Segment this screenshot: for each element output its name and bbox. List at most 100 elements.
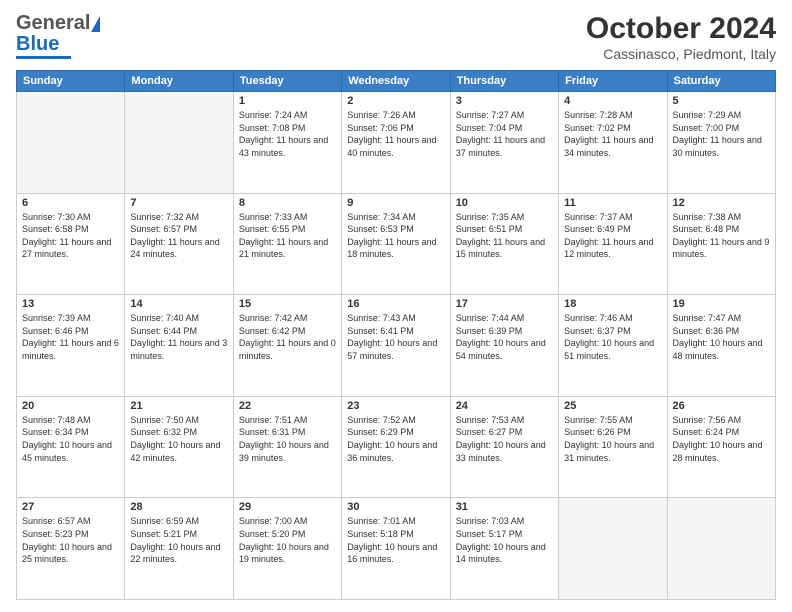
day-number: 13 (22, 298, 119, 310)
day-number: 7 (130, 197, 227, 209)
day-number: 23 (347, 400, 444, 412)
day-header-friday: Friday (559, 71, 667, 92)
calendar-cell: 29Sunrise: 7:00 AMSunset: 5:20 PMDayligh… (233, 498, 341, 600)
day-number: 9 (347, 197, 444, 209)
calendar-cell: 6 Sunrise: 7:30 AMSunset: 6:58 PMDaylight… (17, 193, 125, 295)
cell-info: Sunrise: 7:29 AMSunset: 7:00 PMDaylight:… (673, 109, 770, 159)
day-number: 16 (347, 298, 444, 310)
logo-general: General (16, 12, 90, 34)
day-number: 1 (239, 95, 336, 107)
day-number: 12 (673, 197, 770, 209)
calendar-cell (125, 92, 233, 194)
cell-info: Sunrise: 7:24 AMSunset: 7:08 PMDaylight:… (239, 109, 336, 159)
day-number: 28 (130, 501, 227, 513)
logo: General Blue (16, 12, 100, 59)
calendar-cell: 19 Sunrise: 7:47 AMSunset: 6:36 PMDayligh… (667, 295, 775, 397)
calendar-cell: 21 Sunrise: 7:50 AMSunset: 6:32 PMDayligh… (125, 396, 233, 498)
calendar-cell: 17 Sunrise: 7:44 AMSunset: 6:39 PMDayligh… (450, 295, 558, 397)
day-header-wednesday: Wednesday (342, 71, 450, 92)
calendar-week-1: 6 Sunrise: 7:30 AMSunset: 6:58 PMDaylight… (17, 193, 776, 295)
title-block: October 2024 Cassinasco, Piedmont, Italy (586, 12, 776, 62)
cell-info: Sunrise: 7:01 AMSunset: 5:18 PMDaylight:… (347, 515, 444, 565)
cell-info: Sunrise: 7:26 AMSunset: 7:06 PMDaylight:… (347, 109, 444, 159)
calendar-cell: 24Sunrise: 7:53 AMSunset: 6:27 PMDayligh… (450, 396, 558, 498)
calendar-page: General Blue October 2024 Cassinasco, Pi… (0, 0, 792, 612)
calendar-cell: 10Sunrise: 7:35 AMSunset: 6:51 PMDayligh… (450, 193, 558, 295)
day-number: 3 (456, 95, 553, 107)
day-number: 6 (22, 197, 119, 209)
day-header-saturday: Saturday (667, 71, 775, 92)
calendar-cell (17, 92, 125, 194)
cell-info: Sunrise: 7:48 AMSunset: 6:34 PMDaylight:… (22, 414, 119, 464)
cell-info: Sunrise: 7:30 AMSunset: 6:58 PMDaylight:… (22, 211, 119, 261)
calendar-cell: 9 Sunrise: 7:34 AMSunset: 6:53 PMDaylight… (342, 193, 450, 295)
day-number: 31 (456, 501, 553, 513)
calendar-week-2: 13Sunrise: 7:39 AMSunset: 6:46 PMDayligh… (17, 295, 776, 397)
calendar-week-4: 27 Sunrise: 6:57 AMSunset: 5:23 PMDayligh… (17, 498, 776, 600)
day-number: 24 (456, 400, 553, 412)
month-year: October 2024 (586, 12, 776, 46)
day-number: 8 (239, 197, 336, 209)
calendar-cell: 23Sunrise: 7:52 AMSunset: 6:29 PMDayligh… (342, 396, 450, 498)
cell-info: Sunrise: 7:55 AMSunset: 6:26 PMDaylight:… (564, 414, 661, 464)
cell-info: Sunrise: 7:38 AMSunset: 6:48 PMDaylight:… (673, 211, 770, 261)
cell-info: Sunrise: 6:57 AMSunset: 5:23 PMDaylight:… (22, 515, 119, 565)
cell-info: Sunrise: 7:50 AMSunset: 6:32 PMDaylight:… (130, 414, 227, 464)
calendar-week-0: 1 Sunrise: 7:24 AMSunset: 7:08 PMDaylight… (17, 92, 776, 194)
day-number: 2 (347, 95, 444, 107)
day-number: 26 (673, 400, 770, 412)
cell-info: Sunrise: 7:51 AMSunset: 6:31 PMDaylight:… (239, 414, 336, 464)
logo-underline (16, 56, 71, 59)
cell-info: Sunrise: 7:33 AMSunset: 6:55 PMDaylight:… (239, 211, 336, 261)
cell-info: Sunrise: 7:32 AMSunset: 6:57 PMDaylight:… (130, 211, 227, 261)
logo-triangle-icon (91, 16, 100, 32)
calendar-cell: 28Sunrise: 6:59 AMSunset: 5:21 PMDayligh… (125, 498, 233, 600)
day-number: 22 (239, 400, 336, 412)
day-number: 17 (456, 298, 553, 310)
calendar-cell: 14Sunrise: 7:40 AMSunset: 6:44 PMDayligh… (125, 295, 233, 397)
cell-info: Sunrise: 7:03 AMSunset: 5:17 PMDaylight:… (456, 515, 553, 565)
day-number: 19 (673, 298, 770, 310)
day-number: 29 (239, 501, 336, 513)
calendar-week-3: 20 Sunrise: 7:48 AMSunset: 6:34 PMDayligh… (17, 396, 776, 498)
cell-info: Sunrise: 7:42 AMSunset: 6:42 PMDaylight:… (239, 312, 336, 362)
calendar-cell: 4 Sunrise: 7:28 AMSunset: 7:02 PMDaylight… (559, 92, 667, 194)
cell-info: Sunrise: 7:37 AMSunset: 6:49 PMDaylight:… (564, 211, 661, 261)
calendar-cell: 31 Sunrise: 7:03 AMSunset: 5:17 PMDayligh… (450, 498, 558, 600)
calendar-cell: 3 Sunrise: 7:27 AMSunset: 7:04 PMDaylight… (450, 92, 558, 194)
location: Cassinasco, Piedmont, Italy (586, 46, 776, 62)
day-number: 11 (564, 197, 661, 209)
day-number: 18 (564, 298, 661, 310)
calendar-cell: 30 Sunrise: 7:01 AMSunset: 5:18 PMDayligh… (342, 498, 450, 600)
calendar-cell: 22 Sunrise: 7:51 AMSunset: 6:31 PMDayligh… (233, 396, 341, 498)
day-number: 14 (130, 298, 227, 310)
cell-info: Sunrise: 7:43 AMSunset: 6:41 PMDaylight:… (347, 312, 444, 362)
calendar-cell: 8 Sunrise: 7:33 AMSunset: 6:55 PMDaylight… (233, 193, 341, 295)
calendar-cell: 13Sunrise: 7:39 AMSunset: 6:46 PMDayligh… (17, 295, 125, 397)
cell-info: Sunrise: 7:44 AMSunset: 6:39 PMDaylight:… (456, 312, 553, 362)
cell-info: Sunrise: 7:34 AMSunset: 6:53 PMDaylight:… (347, 211, 444, 261)
cell-info: Sunrise: 7:28 AMSunset: 7:02 PMDaylight:… (564, 109, 661, 159)
calendar-header-row: SundayMondayTuesdayWednesdayThursdayFrid… (17, 71, 776, 92)
calendar-cell (667, 498, 775, 600)
calendar-cell: 15 Sunrise: 7:42 AMSunset: 6:42 PMDayligh… (233, 295, 341, 397)
day-header-sunday: Sunday (17, 71, 125, 92)
cell-info: Sunrise: 7:47 AMSunset: 6:36 PMDaylight:… (673, 312, 770, 362)
calendar-cell: 5Sunrise: 7:29 AMSunset: 7:00 PMDaylight… (667, 92, 775, 194)
logo-text: General (16, 12, 100, 34)
day-number: 20 (22, 400, 119, 412)
day-number: 27 (22, 501, 119, 513)
day-number: 15 (239, 298, 336, 310)
day-number: 4 (564, 95, 661, 107)
day-number: 25 (564, 400, 661, 412)
day-number: 21 (130, 400, 227, 412)
calendar-cell: 20 Sunrise: 7:48 AMSunset: 6:34 PMDayligh… (17, 396, 125, 498)
calendar-cell: 27 Sunrise: 6:57 AMSunset: 5:23 PMDayligh… (17, 498, 125, 600)
calendar-cell (559, 498, 667, 600)
header: General Blue October 2024 Cassinasco, Pi… (16, 12, 776, 62)
day-header-thursday: Thursday (450, 71, 558, 92)
calendar-cell: 11 Sunrise: 7:37 AMSunset: 6:49 PMDayligh… (559, 193, 667, 295)
day-header-tuesday: Tuesday (233, 71, 341, 92)
cell-info: Sunrise: 7:27 AMSunset: 7:04 PMDaylight:… (456, 109, 553, 159)
day-number: 30 (347, 501, 444, 513)
